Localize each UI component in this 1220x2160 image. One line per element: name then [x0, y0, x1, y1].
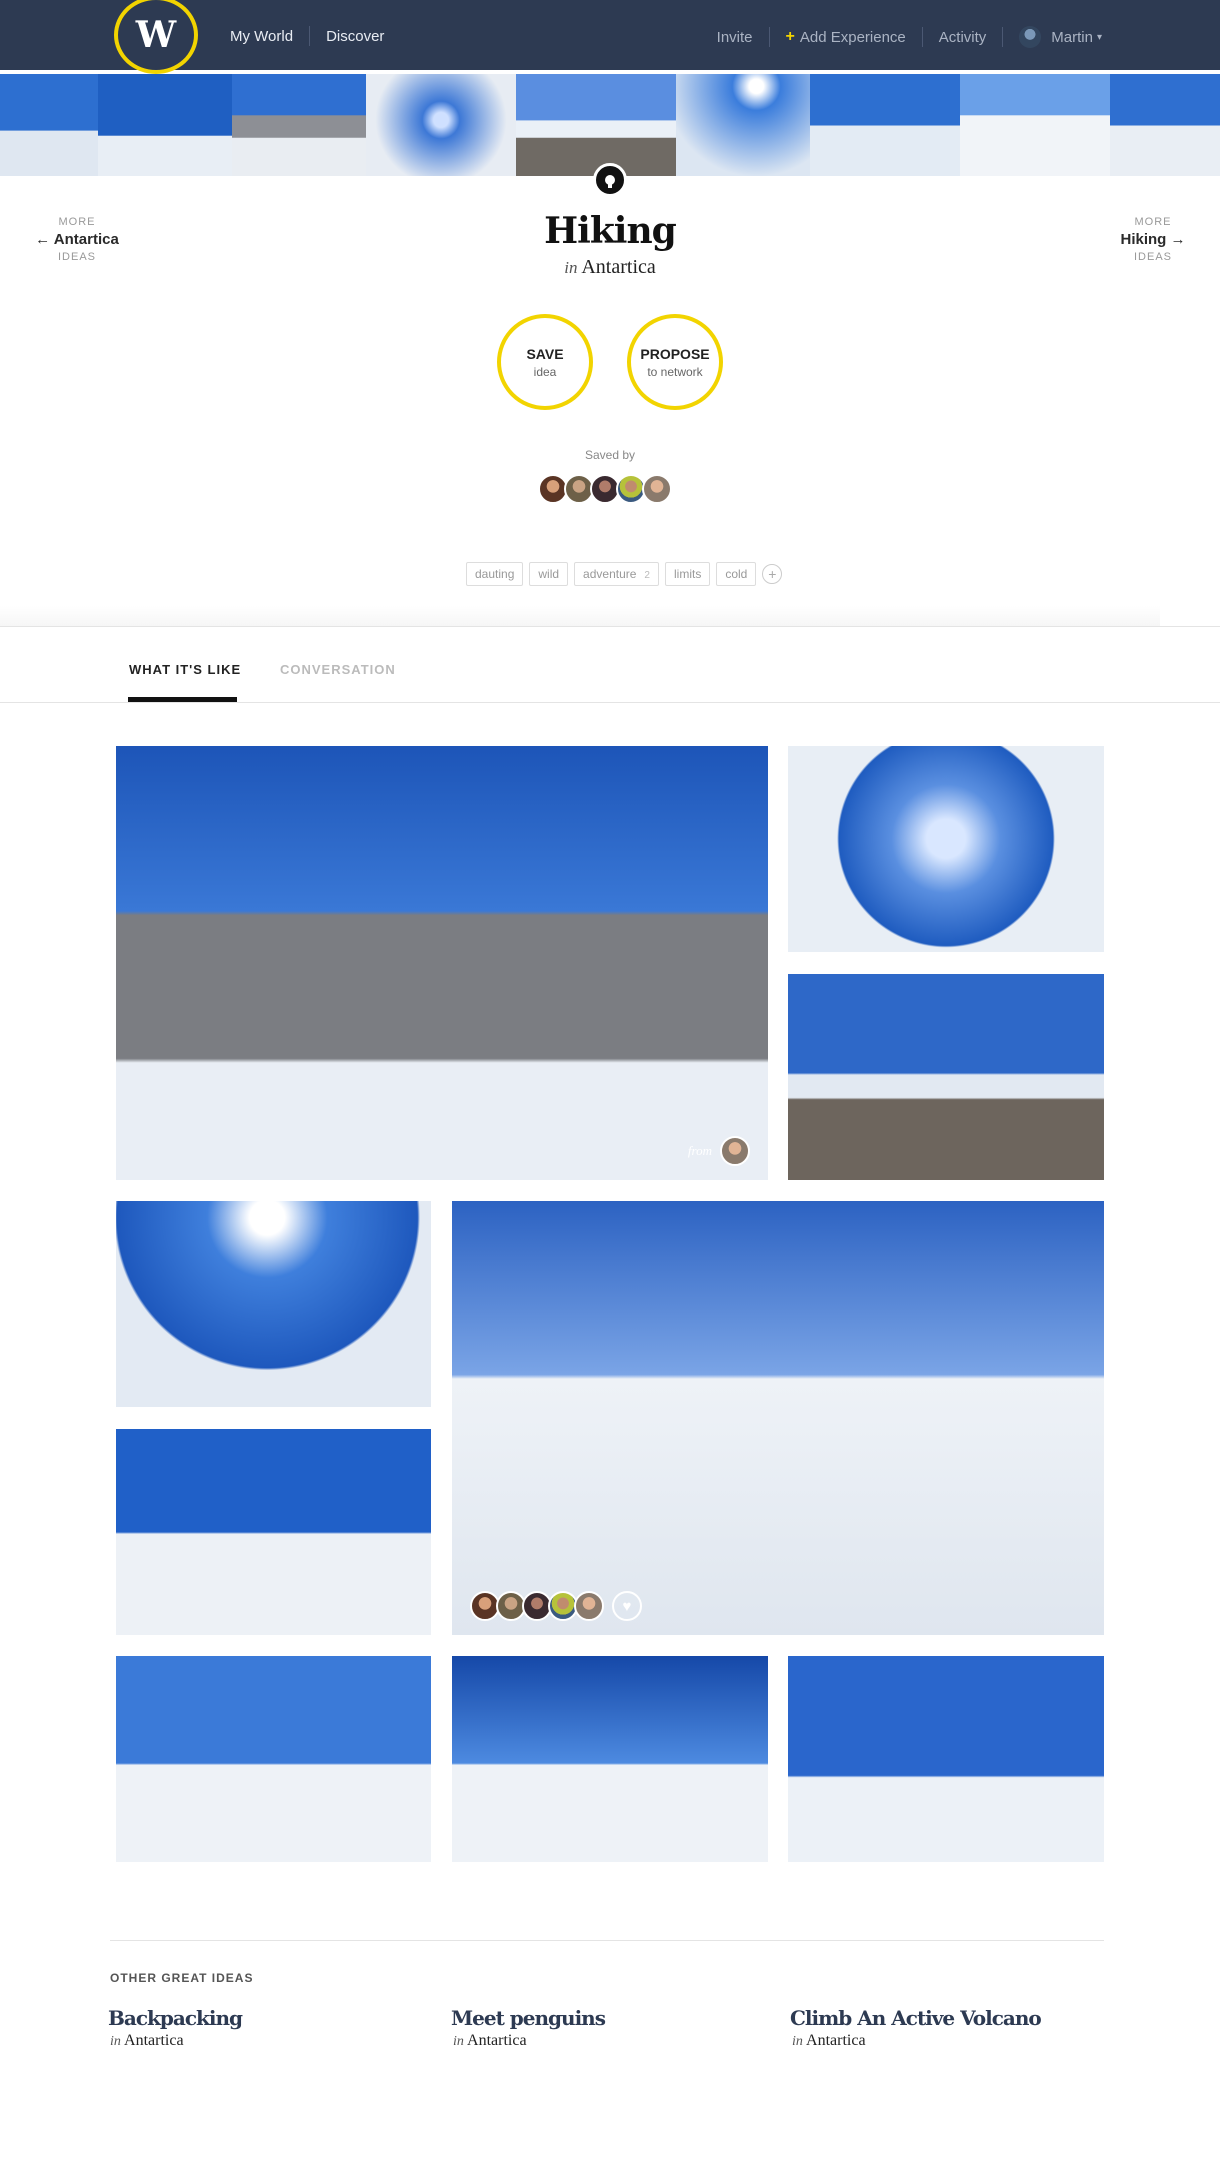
strip-photo[interactable] [232, 74, 366, 176]
strip-photo[interactable] [676, 74, 810, 176]
nav-right: Invite + Add Experience Activity Martin … [717, 26, 1102, 48]
propose-sublabel: to network [647, 364, 703, 379]
divider [110, 1940, 1104, 1941]
gallery-photo[interactable] [788, 1656, 1104, 1862]
plus-icon: + [785, 28, 795, 45]
tag-list: dauting wild adventure 2 limits cold + [466, 562, 783, 586]
strip-photo[interactable] [960, 74, 1110, 176]
top-nav: W My World Discover Invite + Add Experie… [0, 0, 1220, 74]
photo-credit: from [688, 1136, 750, 1166]
nav-activity[interactable]: Activity [939, 29, 987, 46]
nav-divider [309, 26, 311, 46]
tag[interactable]: wild [529, 562, 569, 586]
tag[interactable]: dauting [466, 562, 524, 586]
idea-header: Hiking in Antartica [0, 210, 1220, 279]
avatar[interactable] [720, 1136, 750, 1166]
gallery-photo[interactable] [116, 1201, 431, 1407]
photo-strip [0, 74, 1220, 176]
nav-divider [768, 27, 770, 47]
gallery-photo[interactable] [788, 974, 1104, 1180]
divider [0, 702, 1220, 703]
strip-photo[interactable] [810, 74, 960, 176]
nav-add-experience[interactable]: Add Experience [800, 29, 906, 46]
tab-what-its-like[interactable]: WHAT IT'S LIKE [129, 662, 241, 677]
gallery-photo[interactable] [116, 1656, 431, 1862]
nav-divider [921, 27, 923, 47]
gallery-photo[interactable]: from [116, 746, 768, 1180]
save-sublabel: idea [533, 364, 557, 379]
other-idea-title: Meet penguins [451, 2006, 606, 2030]
idea-location: in Antartica [0, 256, 1220, 279]
save-label: SAVE [526, 345, 564, 362]
location-name: Antartica [581, 256, 656, 278]
in-label: in [564, 258, 578, 277]
nav-my-world[interactable]: My World [230, 28, 293, 45]
section-shadow [0, 606, 1160, 626]
save-idea-button[interactable]: SAVE idea [497, 314, 593, 410]
tag[interactable]: cold [716, 562, 757, 586]
nav-invite[interactable]: Invite [717, 29, 753, 46]
strip-photo[interactable] [98, 74, 232, 176]
other-ideas-heading: OTHER GREAT IDEAS [110, 1971, 254, 1985]
avatar[interactable] [642, 474, 672, 504]
nav-divider [1002, 27, 1004, 47]
from-label: from [687, 1143, 712, 1158]
other-idea-location: in Antartica [792, 2032, 866, 2049]
other-idea-title: Backpacking [108, 2006, 243, 2030]
other-idea-location: in Antartica [110, 2032, 184, 2049]
nav-discover[interactable]: Discover [326, 28, 384, 45]
tab-conversation[interactable]: CONVERSATION [280, 662, 396, 677]
strip-photo[interactable] [1110, 74, 1220, 176]
tag[interactable]: adventure 2 [574, 562, 659, 586]
gallery-photo[interactable] [116, 1429, 431, 1635]
saved-by-label: Saved by [584, 448, 636, 462]
saved-by-avatars [538, 474, 672, 504]
gallery-photo[interactable] [788, 746, 1104, 952]
logo-button[interactable]: W [114, 0, 198, 74]
strip-photo[interactable] [516, 74, 676, 176]
strip-photo[interactable] [366, 74, 516, 176]
strip-photo[interactable] [0, 74, 98, 176]
other-idea-link[interactable]: Climb An Active Volcano in Antartica [790, 2006, 1042, 2050]
other-idea-link[interactable]: Meet penguins in Antartica [451, 2006, 606, 2050]
chevron-down-icon[interactable]: ▾ [1097, 32, 1102, 43]
avatar[interactable] [574, 1591, 604, 1621]
lightbulb-icon [593, 163, 627, 197]
other-idea-location: in Antartica [453, 2032, 527, 2049]
add-tag-button[interactable]: + [762, 564, 783, 584]
nav-left: My World Discover [230, 26, 384, 46]
tag[interactable]: limits [664, 562, 711, 586]
user-avatar[interactable] [1019, 26, 1042, 48]
divider [0, 626, 1220, 627]
photo-savers: ♥ [470, 1591, 642, 1621]
gallery-photo[interactable]: ♥ [452, 1201, 1104, 1635]
logo-letter: W [135, 14, 177, 56]
idea-title: Hiking [544, 210, 677, 252]
propose-label: PROPOSE [640, 345, 710, 362]
nav-user-menu[interactable]: Martin [1051, 29, 1093, 46]
propose-button[interactable]: PROPOSE to network [627, 314, 723, 410]
other-idea-link[interactable]: Backpacking in Antartica [108, 2006, 243, 2050]
heart-icon[interactable]: ♥ [612, 1591, 642, 1621]
gallery-photo[interactable] [452, 1656, 768, 1862]
other-idea-title: Climb An Active Volcano [790, 2006, 1042, 2030]
